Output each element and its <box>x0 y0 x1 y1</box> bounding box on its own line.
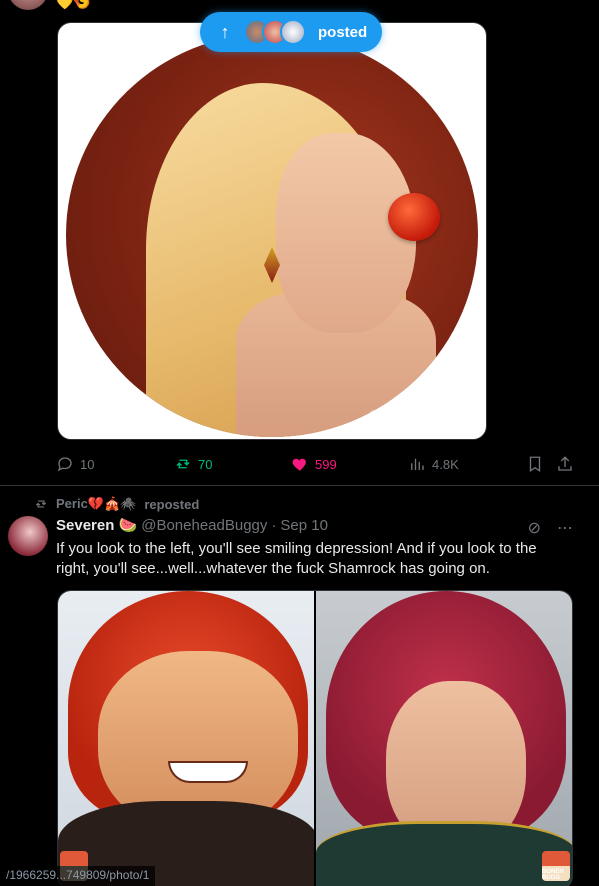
pill-avatars <box>244 19 306 45</box>
reposted-label: reposted <box>144 496 200 512</box>
repost-button[interactable]: 70 <box>174 455 212 473</box>
views-chart-icon <box>411 458 424 470</box>
arrow-up-icon: ↑ <box>220 21 230 42</box>
left-smile <box>168 761 248 783</box>
tweet-date[interactable]: Sep 10 <box>280 517 328 534</box>
bookmark-icon <box>529 456 541 473</box>
grok-icon[interactable]: ⊘ <box>528 518 541 538</box>
heart-icon <box>292 458 306 471</box>
share-icon <box>558 456 572 471</box>
reposted-by: Peric💔🎪🕷️ <box>56 496 137 511</box>
clown-portrait <box>66 33 478 437</box>
tweet-divider <box>0 485 599 486</box>
reply-icon <box>57 457 72 472</box>
repost-count: 70 <box>198 456 213 472</box>
views-button[interactable]: 4.8K <box>408 455 459 473</box>
bookmark-button[interactable] <box>526 455 544 473</box>
repost-context[interactable]: Peric💔🎪🕷️ reposted <box>34 496 199 512</box>
handle[interactable]: @BoneheadBuggy <box>141 517 267 534</box>
tweet-1-actions: 10 70 599 4.8K <box>56 454 576 474</box>
artist-watermark: @s... <box>368 409 390 419</box>
tweet-2-image-right[interactable]: BONEH BUGG <box>316 591 572 886</box>
pill-label: posted <box>318 23 368 41</box>
share-button[interactable] <box>556 455 574 473</box>
tweet-2-header: Severen 🍉 @BoneheadBuggy · Sep 10 <box>56 516 328 535</box>
tweet-1-image[interactable]: @s... <box>57 22 487 440</box>
new-posts-pill[interactable]: ↑ posted <box>200 12 382 52</box>
tweet-2-header-icons: ⊘ ⋯ <box>528 518 573 538</box>
reply-count: 10 <box>80 456 95 472</box>
red-nose <box>388 193 440 241</box>
right-coat <box>316 821 572 886</box>
more-options-icon[interactable]: ⋯ <box>557 518 573 538</box>
top-tweet-emoji: 💛🍤 <box>56 0 91 10</box>
tweet-2-image-left[interactable] <box>58 591 314 886</box>
pill-avatar <box>280 19 306 45</box>
display-name[interactable]: Severen 🍉 <box>56 516 137 534</box>
severen-avatar[interactable] <box>8 516 48 556</box>
like-button[interactable]: 599 <box>291 455 337 473</box>
tweet-2-media: BONEH BUGG <box>57 590 573 886</box>
separator-dot: · <box>271 516 277 534</box>
status-bar-url: /1966259...749809/photo/1 <box>0 866 156 886</box>
circus-tent-logo: BONEH BUGG <box>542 851 570 881</box>
views-count: 4.8K <box>432 456 459 472</box>
top-tweet-avatar[interactable] <box>8 0 48 10</box>
repost-icon <box>176 459 190 469</box>
like-count: 599 <box>315 456 337 472</box>
tweet-2-text: If you look to the left, you'll see smil… <box>56 540 537 577</box>
repost-icon <box>35 500 47 508</box>
reply-button[interactable]: 10 <box>56 455 94 473</box>
